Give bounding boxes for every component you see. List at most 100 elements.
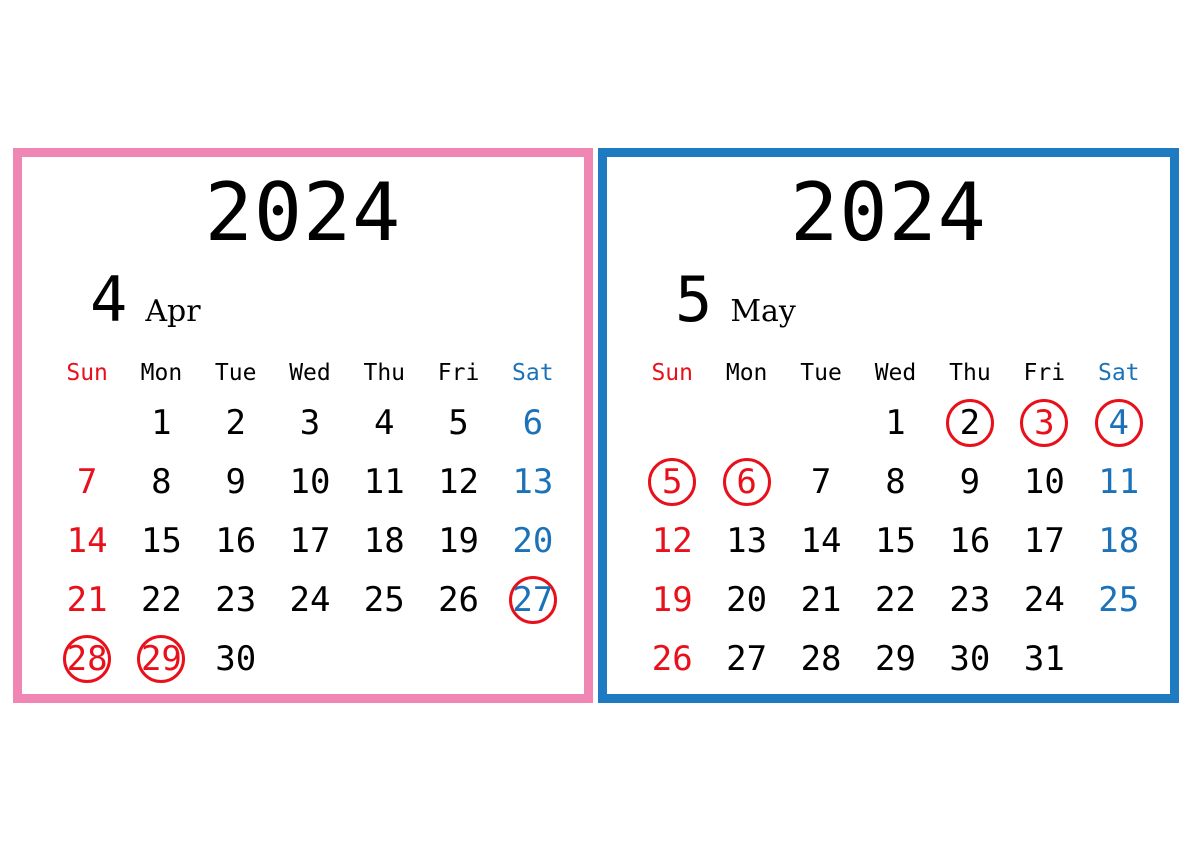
day-cell[interactable]: 29 — [858, 629, 932, 688]
day-cell[interactable]: 13 — [709, 511, 783, 570]
day-number: 22 — [140, 579, 182, 620]
day-cell-empty — [421, 629, 495, 688]
month-name: Apr — [145, 294, 201, 329]
day-cell[interactable]: 8 — [858, 452, 932, 511]
day-cell[interactable]: 20 — [709, 570, 783, 629]
day-cell[interactable]: 5 — [421, 393, 495, 452]
day-cell-empty — [273, 629, 347, 688]
day-cell[interactable]: 7 — [784, 452, 858, 511]
day-cell[interactable]: 26 — [421, 570, 495, 629]
day-number: 16 — [949, 520, 991, 561]
day-cell[interactable]: 1 — [858, 393, 932, 452]
day-cell[interactable]: 2 — [199, 393, 273, 452]
weekday-label: Fri — [1023, 359, 1066, 386]
day-number: 8 — [151, 461, 172, 502]
day-cell[interactable]: 15 — [124, 511, 198, 570]
day-cell[interactable]: 2 — [933, 393, 1007, 452]
day-cell[interactable]: 28 — [50, 629, 124, 688]
weekday-label: Tue — [214, 359, 257, 386]
day-cell[interactable]: 22 — [858, 570, 932, 629]
day-cell[interactable]: 3 — [1007, 393, 1081, 452]
day-cell[interactable]: 17 — [273, 511, 347, 570]
day-number: 18 — [363, 520, 405, 561]
day-cell[interactable]: 19 — [635, 570, 709, 629]
day-cell[interactable]: 21 — [784, 570, 858, 629]
weekday-header-mon: Mon — [709, 353, 783, 393]
weekday-header-sat: Sat — [1082, 353, 1156, 393]
weekday-label: Wed — [289, 359, 331, 386]
day-cell[interactable]: 4 — [1082, 393, 1156, 452]
day-cell[interactable]: 24 — [273, 570, 347, 629]
day-cell[interactable]: 28 — [784, 629, 858, 688]
calendar-panel-april: 2024 4 Apr Sun Mon Tue Wed Thu Fri Sat 1 2 3 4 5 6 7 8… — [13, 148, 593, 703]
day-cell[interactable]: 17 — [1007, 511, 1081, 570]
day-cell[interactable]: 15 — [858, 511, 932, 570]
calendar-page: 2024 4 Apr Sun Mon Tue Wed Thu Fri Sat 1 2 3 4 5 6 7 8… — [0, 0, 1191, 842]
day-number: 3 — [1034, 402, 1055, 443]
day-cell[interactable]: 24 — [1007, 570, 1081, 629]
weekday-header-thu: Thu — [347, 353, 421, 393]
weekday-label: Fri — [437, 359, 480, 386]
day-cell[interactable]: 3 — [273, 393, 347, 452]
day-cell[interactable]: 11 — [347, 452, 421, 511]
day-cell[interactable]: 12 — [635, 511, 709, 570]
day-cell[interactable]: 16 — [199, 511, 273, 570]
day-cell[interactable]: 10 — [273, 452, 347, 511]
day-cell[interactable]: 21 — [50, 570, 124, 629]
day-cell[interactable]: 20 — [496, 511, 570, 570]
day-cell-empty — [709, 393, 783, 452]
day-cell[interactable]: 25 — [347, 570, 421, 629]
weekday-header-row: Sun Mon Tue Wed Thu Fri Sat — [635, 353, 1156, 393]
day-cell[interactable]: 23 — [199, 570, 273, 629]
day-cell[interactable]: 18 — [347, 511, 421, 570]
day-cell[interactable]: 1 — [124, 393, 198, 452]
day-number: 12 — [651, 520, 693, 561]
day-cell[interactable]: 14 — [50, 511, 124, 570]
day-cell[interactable]: 27 — [709, 629, 783, 688]
weekday-header-sat: Sat — [496, 353, 570, 393]
day-number: 25 — [363, 579, 405, 620]
day-number: 16 — [215, 520, 257, 561]
day-number: 10 — [289, 461, 331, 502]
day-cell[interactable]: 6 — [496, 393, 570, 452]
day-cell[interactable]: 31 — [1007, 629, 1081, 688]
day-number: 5 — [661, 461, 683, 502]
day-cell[interactable]: 9 — [933, 452, 1007, 511]
month-heading: 5 May — [675, 269, 796, 331]
day-cell[interactable]: 13 — [496, 452, 570, 511]
day-cell[interactable]: 4 — [347, 393, 421, 452]
day-number: 26 — [651, 638, 693, 679]
day-cell[interactable]: 30 — [933, 629, 1007, 688]
day-cell[interactable]: 19 — [421, 511, 495, 570]
day-number: 6 — [736, 461, 757, 502]
day-number: 11 — [1098, 461, 1140, 502]
day-cell[interactable]: 14 — [784, 511, 858, 570]
day-cell[interactable]: 8 — [124, 452, 198, 511]
day-cell[interactable]: 22 — [124, 570, 198, 629]
weekday-header-sun: Sun — [50, 353, 124, 393]
day-cell[interactable]: 18 — [1082, 511, 1156, 570]
day-cell[interactable]: 16 — [933, 511, 1007, 570]
day-number: 20 — [726, 579, 768, 620]
day-cell[interactable]: 7 — [50, 452, 124, 511]
month-grid-may: Sun Mon Tue Wed Thu Fri Sat 1 2 3 4 5 6 7 8 9 10 11 12 13 14… — [635, 353, 1156, 688]
day-cell[interactable]: 23 — [933, 570, 1007, 629]
day-number: 13 — [726, 520, 768, 561]
day-cell[interactable]: 12 — [421, 452, 495, 511]
day-cell[interactable]: 5 — [635, 452, 709, 511]
day-cell[interactable]: 27 — [496, 570, 570, 629]
day-number: 27 — [512, 579, 554, 620]
day-number: 2 — [959, 402, 981, 443]
day-cell[interactable]: 6 — [709, 452, 783, 511]
day-cell[interactable]: 29 — [124, 629, 198, 688]
day-cell[interactable]: 11 — [1082, 452, 1156, 511]
day-number: 5 — [448, 402, 469, 443]
day-number: 3 — [299, 402, 321, 443]
day-cell[interactable]: 30 — [199, 629, 273, 688]
day-cell[interactable]: 25 — [1082, 570, 1156, 629]
day-cell[interactable]: 10 — [1007, 452, 1081, 511]
day-cell[interactable]: 26 — [635, 629, 709, 688]
day-number: 7 — [810, 461, 832, 502]
day-cell[interactable]: 9 — [199, 452, 273, 511]
weekday-header-fri: Fri — [421, 353, 495, 393]
